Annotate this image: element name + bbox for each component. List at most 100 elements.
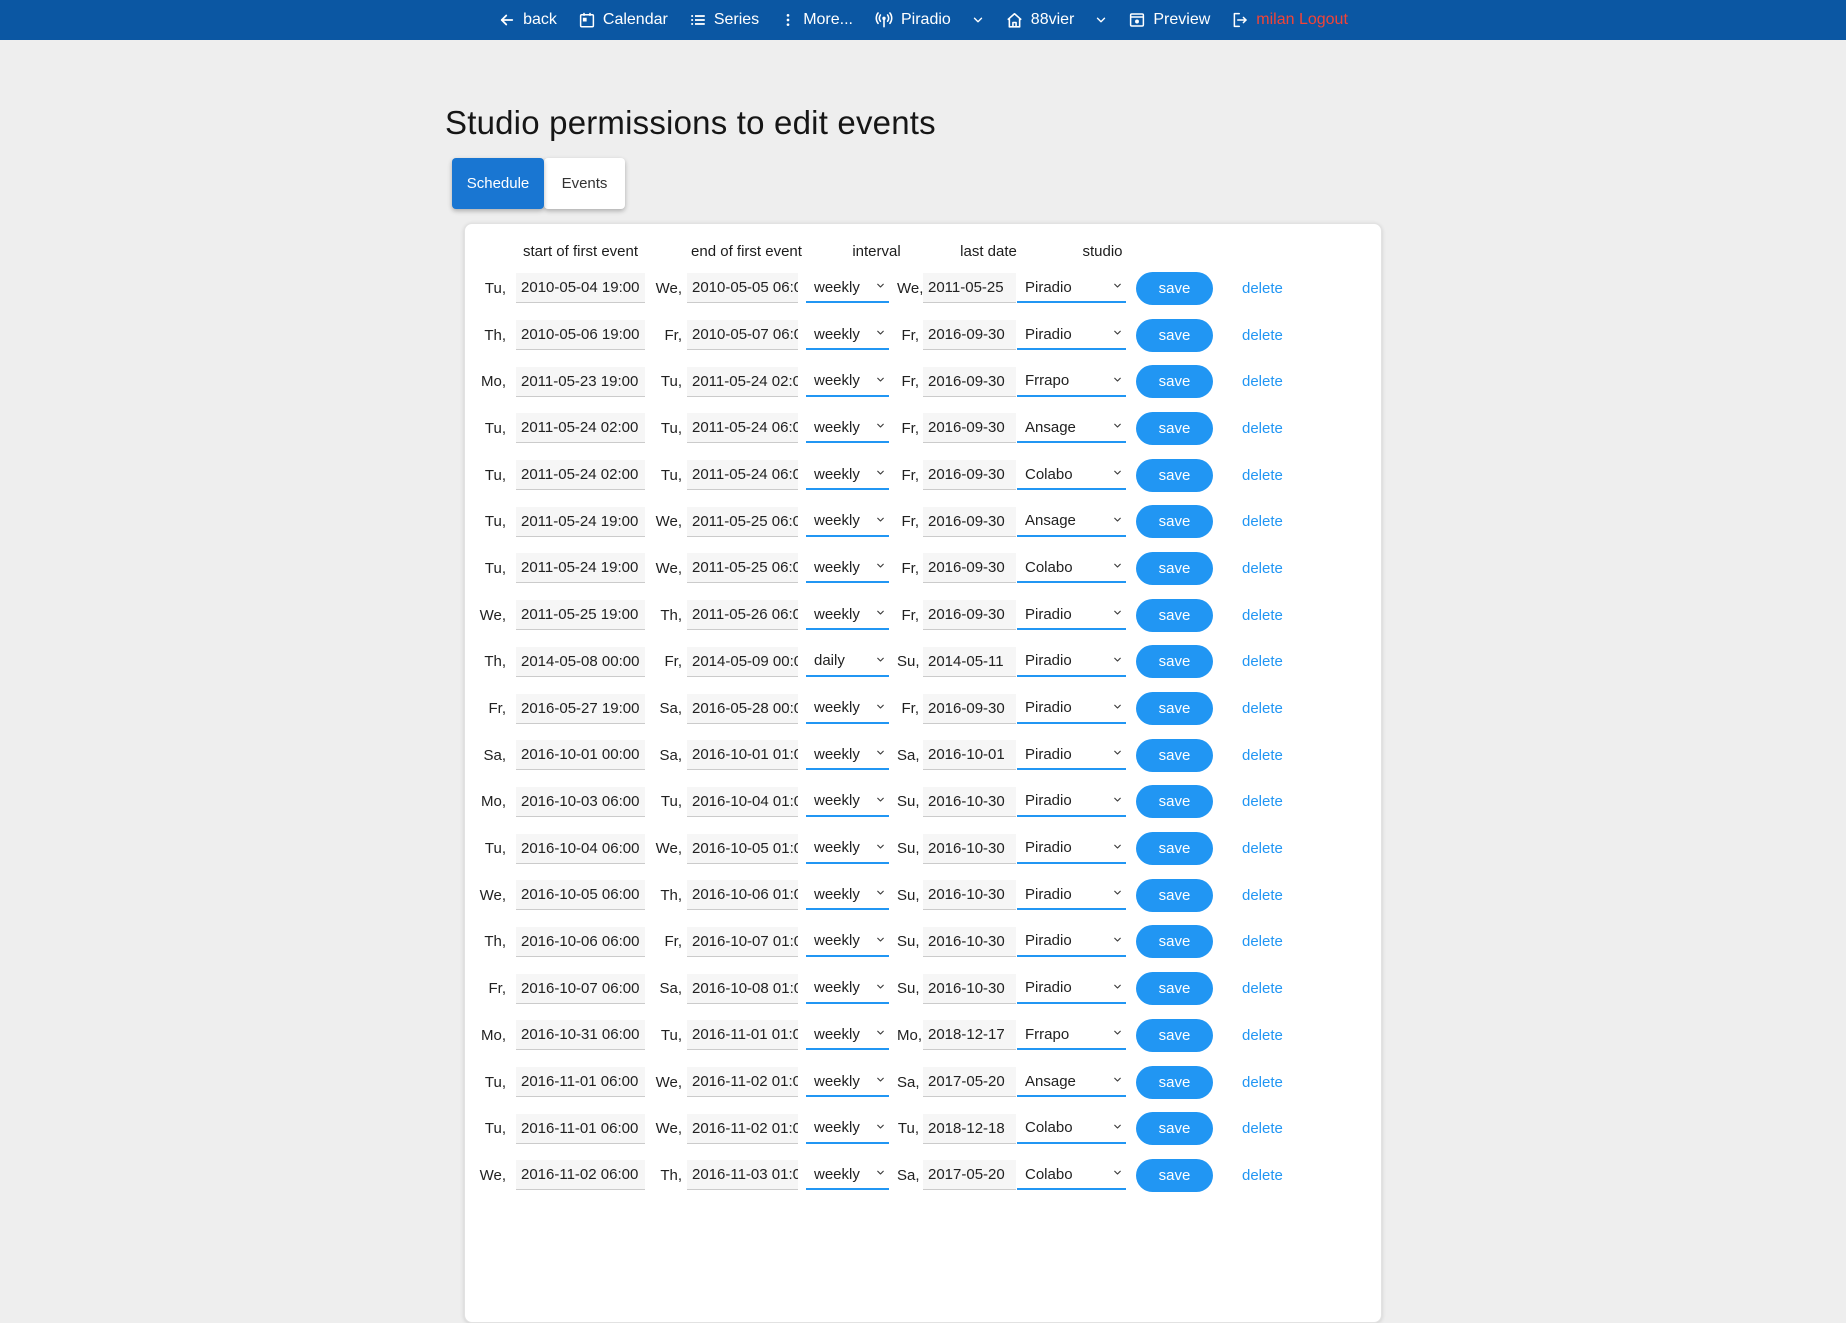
delete-link[interactable]: delete xyxy=(1242,747,1283,764)
nav-logout[interactable]: milan Logout xyxy=(1228,11,1351,29)
save-button[interactable]: save xyxy=(1136,319,1213,352)
studio-select[interactable]: PiradioFrrapoAnsageColabo xyxy=(1017,413,1126,443)
interval-select[interactable]: dailyweekly xyxy=(806,694,889,724)
delete-link[interactable]: delete xyxy=(1242,420,1283,437)
studio-select[interactable]: PiradioFrrapoAnsageColabo xyxy=(1017,880,1126,910)
interval-select[interactable]: dailyweekly xyxy=(806,927,889,957)
end-datetime-input[interactable] xyxy=(687,927,798,957)
delete-link[interactable]: delete xyxy=(1242,980,1283,997)
start-datetime-input[interactable] xyxy=(516,1067,645,1097)
interval-select[interactable]: dailyweekly xyxy=(806,1067,889,1097)
end-datetime-input[interactable] xyxy=(687,1067,798,1097)
save-button[interactable]: save xyxy=(1136,1159,1213,1192)
nav-back[interactable]: back xyxy=(495,11,560,29)
save-button[interactable]: save xyxy=(1136,925,1213,958)
save-button[interactable]: save xyxy=(1136,552,1213,585)
save-button[interactable]: save xyxy=(1136,1019,1213,1052)
end-datetime-input[interactable] xyxy=(687,1114,798,1144)
start-datetime-input[interactable] xyxy=(516,413,645,443)
delete-link[interactable]: delete xyxy=(1242,1167,1283,1184)
delete-link[interactable]: delete xyxy=(1242,933,1283,950)
studio-select[interactable]: PiradioFrrapoAnsageColabo xyxy=(1017,367,1126,397)
start-datetime-input[interactable] xyxy=(516,553,645,583)
delete-link[interactable]: delete xyxy=(1242,1074,1283,1091)
save-button[interactable]: save xyxy=(1136,739,1213,772)
delete-link[interactable]: delete xyxy=(1242,1027,1283,1044)
save-button[interactable]: save xyxy=(1136,972,1213,1005)
studio-select[interactable]: PiradioFrrapoAnsageColabo xyxy=(1017,553,1126,583)
studio-select[interactable]: PiradioFrrapoAnsageColabo xyxy=(1017,974,1126,1004)
end-datetime-input[interactable] xyxy=(687,647,798,677)
start-datetime-input[interactable] xyxy=(516,320,645,350)
nav-preview[interactable]: Preview xyxy=(1125,11,1213,29)
delete-link[interactable]: delete xyxy=(1242,467,1283,484)
end-datetime-input[interactable] xyxy=(687,834,798,864)
studio-select[interactable]: PiradioFrrapoAnsageColabo xyxy=(1017,694,1126,724)
studio-select[interactable]: PiradioFrrapoAnsageColabo xyxy=(1017,460,1126,490)
last-date-input[interactable] xyxy=(923,367,1016,397)
end-datetime-input[interactable] xyxy=(687,273,798,303)
interval-select[interactable]: dailyweekly xyxy=(806,1114,889,1144)
last-date-input[interactable] xyxy=(923,507,1016,537)
end-datetime-input[interactable] xyxy=(687,413,798,443)
last-date-input[interactable] xyxy=(923,834,1016,864)
studio-select[interactable]: PiradioFrrapoAnsageColabo xyxy=(1017,1067,1126,1097)
start-datetime-input[interactable] xyxy=(516,1020,645,1050)
save-button[interactable]: save xyxy=(1136,365,1213,398)
delete-link[interactable]: delete xyxy=(1242,280,1283,297)
last-date-input[interactable] xyxy=(923,1067,1016,1097)
start-datetime-input[interactable] xyxy=(516,694,645,724)
end-datetime-input[interactable] xyxy=(687,1020,798,1050)
end-datetime-input[interactable] xyxy=(687,600,798,630)
end-datetime-input[interactable] xyxy=(687,367,798,397)
nav-piradio[interactable]: Piradio xyxy=(871,10,954,30)
interval-select[interactable]: dailyweekly xyxy=(806,1020,889,1050)
last-date-input[interactable] xyxy=(923,647,1016,677)
end-datetime-input[interactable] xyxy=(687,507,798,537)
end-datetime-input[interactable] xyxy=(687,880,798,910)
save-button[interactable]: save xyxy=(1136,1066,1213,1099)
interval-select[interactable]: dailyweekly xyxy=(806,367,889,397)
studio-select[interactable]: PiradioFrrapoAnsageColabo xyxy=(1017,927,1126,957)
start-datetime-input[interactable] xyxy=(516,740,645,770)
end-datetime-input[interactable] xyxy=(687,694,798,724)
delete-link[interactable]: delete xyxy=(1242,653,1283,670)
studio-select[interactable]: PiradioFrrapoAnsageColabo xyxy=(1017,1020,1126,1050)
studio-select[interactable]: PiradioFrrapoAnsageColabo xyxy=(1017,600,1126,630)
last-date-input[interactable] xyxy=(923,600,1016,630)
interval-select[interactable]: dailyweekly xyxy=(806,740,889,770)
delete-link[interactable]: delete xyxy=(1242,840,1283,857)
save-button[interactable]: save xyxy=(1136,459,1213,492)
studio-select[interactable]: PiradioFrrapoAnsageColabo xyxy=(1017,1160,1126,1190)
interval-select[interactable]: dailyweekly xyxy=(806,460,889,490)
delete-link[interactable]: delete xyxy=(1242,793,1283,810)
interval-select[interactable]: dailyweekly xyxy=(806,647,889,677)
last-date-input[interactable] xyxy=(923,1020,1016,1050)
last-date-input[interactable] xyxy=(923,927,1016,957)
studio-select[interactable]: PiradioFrrapoAnsageColabo xyxy=(1017,320,1126,350)
save-button[interactable]: save xyxy=(1136,412,1213,445)
start-datetime-input[interactable] xyxy=(516,460,645,490)
start-datetime-input[interactable] xyxy=(516,834,645,864)
interval-select[interactable]: dailyweekly xyxy=(806,507,889,537)
studio-select[interactable]: PiradioFrrapoAnsageColabo xyxy=(1017,273,1126,303)
tab-events[interactable]: Events xyxy=(544,158,625,209)
last-date-input[interactable] xyxy=(923,1160,1016,1190)
start-datetime-input[interactable] xyxy=(516,1114,645,1144)
studio-select[interactable]: PiradioFrrapoAnsageColabo xyxy=(1017,1114,1126,1144)
delete-link[interactable]: delete xyxy=(1242,327,1283,344)
end-datetime-input[interactable] xyxy=(687,553,798,583)
nav-station-dropdown-toggle[interactable] xyxy=(1092,13,1110,27)
start-datetime-input[interactable] xyxy=(516,880,645,910)
start-datetime-input[interactable] xyxy=(516,367,645,397)
interval-select[interactable]: dailyweekly xyxy=(806,787,889,817)
studio-select[interactable]: PiradioFrrapoAnsageColabo xyxy=(1017,834,1126,864)
end-datetime-input[interactable] xyxy=(687,974,798,1004)
interval-select[interactable]: dailyweekly xyxy=(806,880,889,910)
start-datetime-input[interactable] xyxy=(516,600,645,630)
interval-select[interactable]: dailyweekly xyxy=(806,273,889,303)
delete-link[interactable]: delete xyxy=(1242,700,1283,717)
last-date-input[interactable] xyxy=(923,1114,1016,1144)
end-datetime-input[interactable] xyxy=(687,740,798,770)
nav-more[interactable]: More... xyxy=(777,11,856,29)
